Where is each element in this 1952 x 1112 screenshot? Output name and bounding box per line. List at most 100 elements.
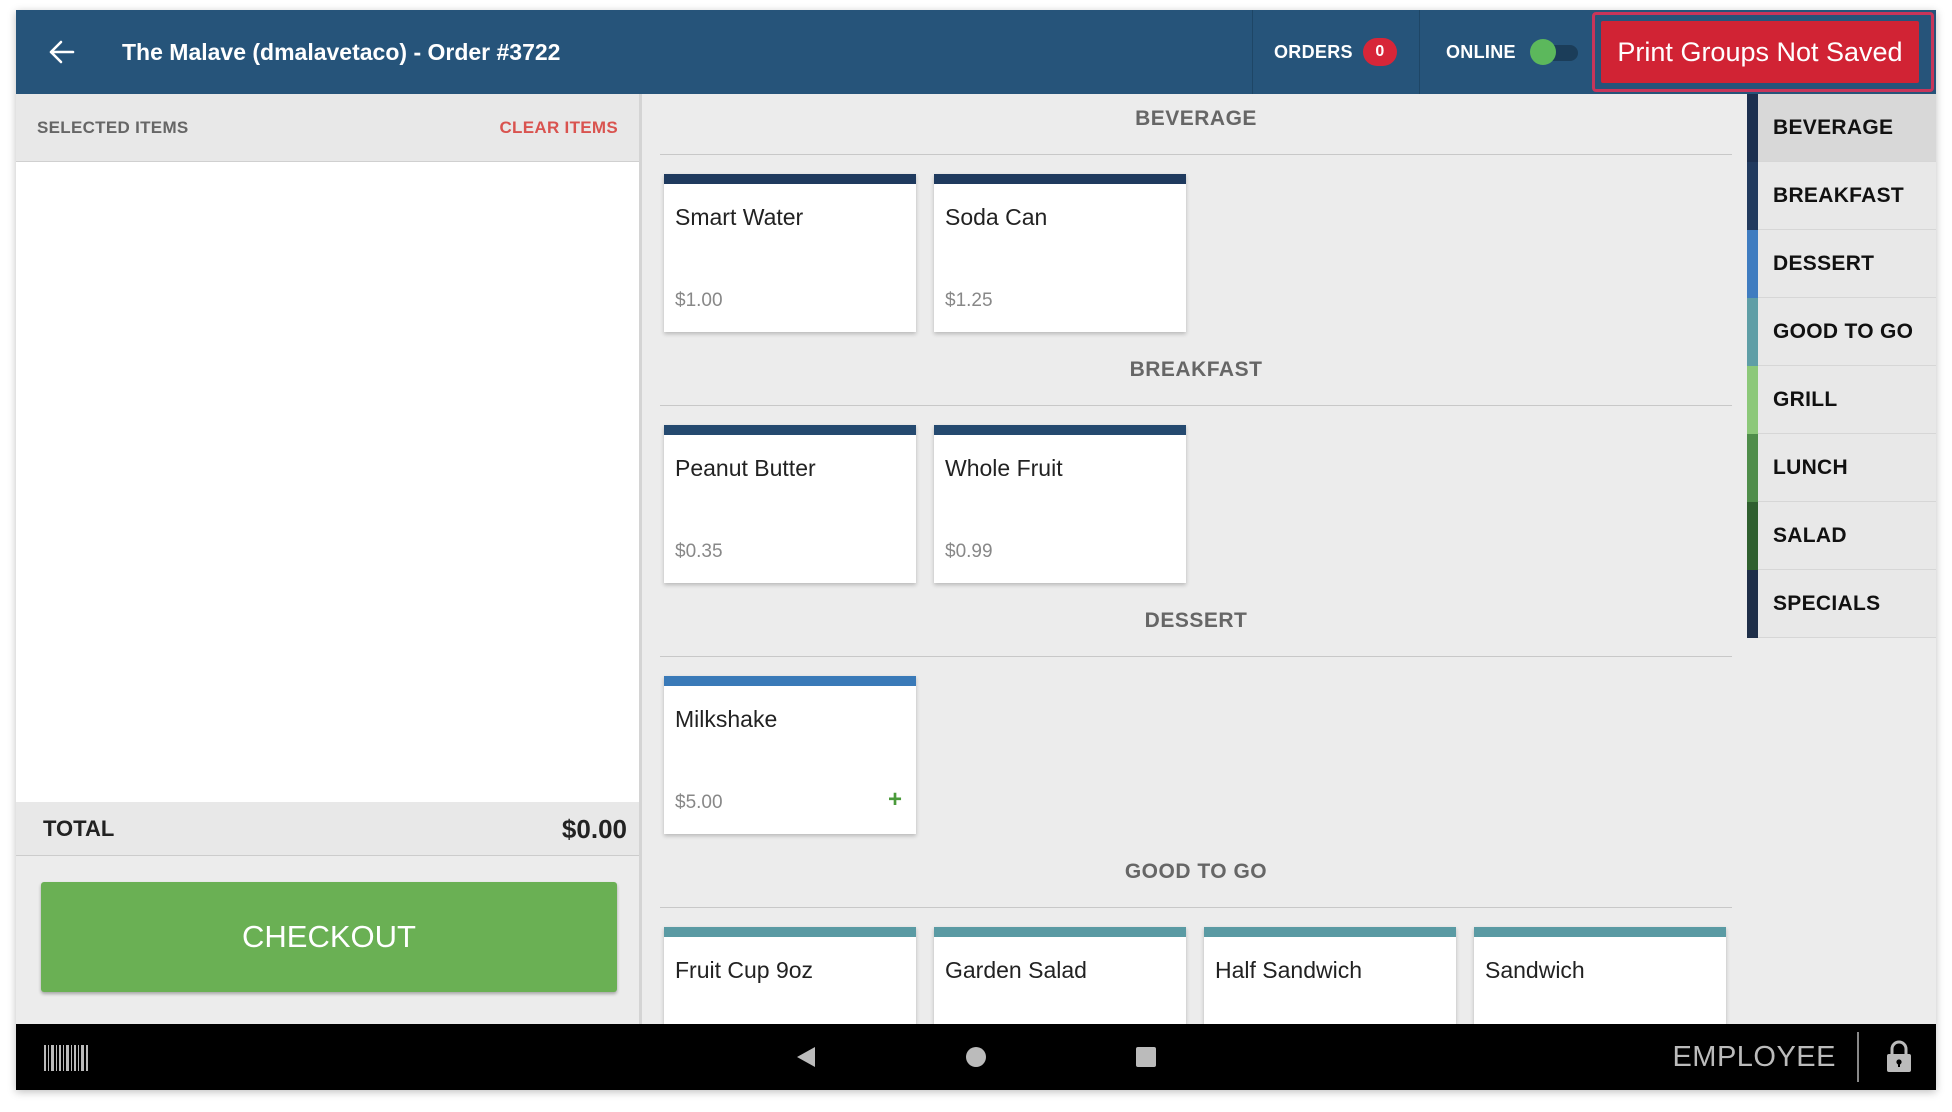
card-color-bar — [664, 425, 916, 435]
category-label: GOOD TO GO — [1773, 320, 1914, 343]
item-name: Whole Fruit — [945, 455, 1063, 481]
menu-item-card[interactable]: Fruit Cup 9oz — [664, 927, 916, 1024]
page-title: The Malave (dmalavetaco) - Order #3722 — [122, 39, 561, 65]
category-label: DESSERT — [1773, 252, 1875, 275]
menu-item-card[interactable]: Milkshake $5.00 + — [664, 676, 916, 834]
menu-grid[interactable]: BEVERAGE Smart Water $1.00 Soda Can $1.2… — [642, 94, 1747, 1024]
category-label: SALAD — [1773, 524, 1847, 547]
category-label: SPECIALS — [1773, 592, 1881, 615]
recents-square-icon — [1136, 1047, 1156, 1067]
item-name: Peanut Butter — [675, 455, 816, 481]
card-color-bar — [1474, 927, 1726, 937]
print-groups-button[interactable]: Print Groups Not Saved — [1601, 21, 1919, 83]
menu-item-card[interactable]: Whole Fruit $0.99 — [934, 425, 1186, 583]
category-color-stripe — [1747, 230, 1758, 298]
card-color-bar — [934, 174, 1186, 184]
add-modifier-icon[interactable]: + — [888, 786, 902, 814]
card-color-bar — [1204, 927, 1456, 937]
online-toggle[interactable] — [1529, 39, 1578, 65]
card-color-bar — [934, 425, 1186, 435]
category-label: BEVERAGE — [1773, 116, 1894, 139]
system-nav-bar: EMPLOYEE — [16, 1024, 1936, 1090]
menu-item-card[interactable]: Soda Can $1.25 — [934, 174, 1186, 332]
header-divider — [1419, 10, 1420, 94]
card-color-bar — [664, 927, 916, 937]
category-color-stripe — [1747, 434, 1758, 502]
category-color-stripe — [1747, 366, 1758, 434]
back-triangle-icon — [797, 1047, 815, 1067]
section-title: BREAKFAST — [660, 345, 1732, 406]
total-row: TOTAL $0.00 — [16, 802, 639, 856]
selected-items-title: SELECTED ITEMS — [37, 118, 189, 137]
orders-count-badge: 0 — [1362, 38, 1397, 66]
category-label: LUNCH — [1773, 456, 1848, 479]
item-name: Garden Salad — [945, 957, 1087, 983]
orders-label: ORDERS — [1274, 41, 1353, 62]
item-price: $5.00 — [675, 792, 723, 813]
category-label: BREAKFAST — [1773, 184, 1905, 207]
item-name: Fruit Cup 9oz — [675, 957, 814, 983]
menu-item-card[interactable]: Half Sandwich — [1204, 927, 1456, 1024]
item-name: Milkshake — [675, 706, 778, 732]
item-price: $0.99 — [945, 541, 993, 562]
selected-items-header: SELECTED ITEMS CLEAR ITEMS — [16, 94, 639, 162]
item-price: $1.25 — [945, 290, 993, 311]
menu-item-card[interactable]: Peanut Butter $0.35 — [664, 425, 916, 583]
lock-icon[interactable] — [1884, 1039, 1914, 1073]
card-color-bar — [934, 927, 1186, 937]
menu-item-card[interactable]: Sandwich — [1474, 927, 1726, 1024]
back-button[interactable] — [40, 30, 84, 74]
category-salad[interactable]: SALAD — [1747, 502, 1936, 570]
category-good-to-go[interactable]: GOOD TO GO — [1747, 298, 1936, 366]
menu-item-card[interactable]: Smart Water $1.00 — [664, 174, 916, 332]
section-title: BEVERAGE — [660, 94, 1732, 155]
item-name: Half Sandwich — [1215, 957, 1363, 983]
item-price: $1.00 — [675, 290, 723, 311]
item-name: Smart Water — [675, 204, 804, 230]
online-label: ONLINE — [1446, 41, 1516, 62]
bottom-divider — [1857, 1032, 1859, 1082]
card-color-bar — [664, 676, 916, 686]
section-title: GOOD TO GO — [660, 847, 1732, 908]
app-window: The Malave (dmalavetaco) - Order #3722 O… — [16, 10, 1936, 1090]
total-value: $0.00 — [561, 814, 627, 844]
orders-button[interactable]: ORDERS 0 — [1274, 10, 1397, 94]
menu-item-card[interactable]: Garden Salad — [934, 927, 1186, 1024]
category-color-stripe — [1747, 570, 1758, 638]
barcode-icon[interactable] — [44, 1045, 88, 1071]
category-color-stripe — [1747, 94, 1758, 162]
arrow-left-icon — [49, 40, 75, 64]
category-label: GRILL — [1773, 388, 1838, 411]
category-color-stripe — [1747, 502, 1758, 570]
online-status: ONLINE — [1446, 10, 1578, 94]
nav-recents-button[interactable] — [1130, 1041, 1162, 1073]
home-circle-icon — [966, 1047, 986, 1067]
header-divider — [1252, 10, 1253, 94]
total-label: TOTAL — [43, 816, 115, 841]
nav-home-button[interactable] — [960, 1041, 992, 1073]
category-nav: BEVERAGE BREAKFAST DESSERT GOOD TO GO GR… — [1747, 94, 1936, 1024]
category-specials[interactable]: SPECIALS — [1747, 570, 1936, 638]
category-beverage[interactable]: BEVERAGE — [1747, 94, 1936, 162]
checkout-button[interactable]: CHECKOUT — [41, 882, 617, 992]
card-color-bar — [664, 174, 916, 184]
nav-back-button[interactable] — [790, 1041, 822, 1073]
category-color-stripe — [1747, 298, 1758, 366]
checkout-area: CHECKOUT — [16, 856, 639, 1024]
employee-button[interactable]: EMPLOYEE — [1672, 1024, 1836, 1090]
category-lunch[interactable]: LUNCH — [1747, 434, 1936, 502]
section-title: DESSERT — [660, 596, 1732, 657]
clear-items-button[interactable]: CLEAR ITEMS — [499, 94, 618, 162]
item-name: Soda Can — [945, 204, 1048, 230]
category-breakfast[interactable]: BREAKFAST — [1747, 162, 1936, 230]
print-groups-highlight: Print Groups Not Saved — [1592, 12, 1934, 92]
item-name: Sandwich — [1485, 957, 1585, 983]
top-bar: The Malave (dmalavetaco) - Order #3722 O… — [16, 10, 1936, 94]
selected-items-list[interactable] — [16, 162, 639, 802]
item-price: $0.35 — [675, 541, 723, 562]
selected-items-panel: SELECTED ITEMS CLEAR ITEMS TOTAL $0.00 C… — [16, 94, 642, 1024]
category-grill[interactable]: GRILL — [1747, 366, 1936, 434]
category-color-stripe — [1747, 162, 1758, 230]
category-dessert[interactable]: DESSERT — [1747, 230, 1936, 298]
toggle-knob — [1529, 39, 1556, 65]
